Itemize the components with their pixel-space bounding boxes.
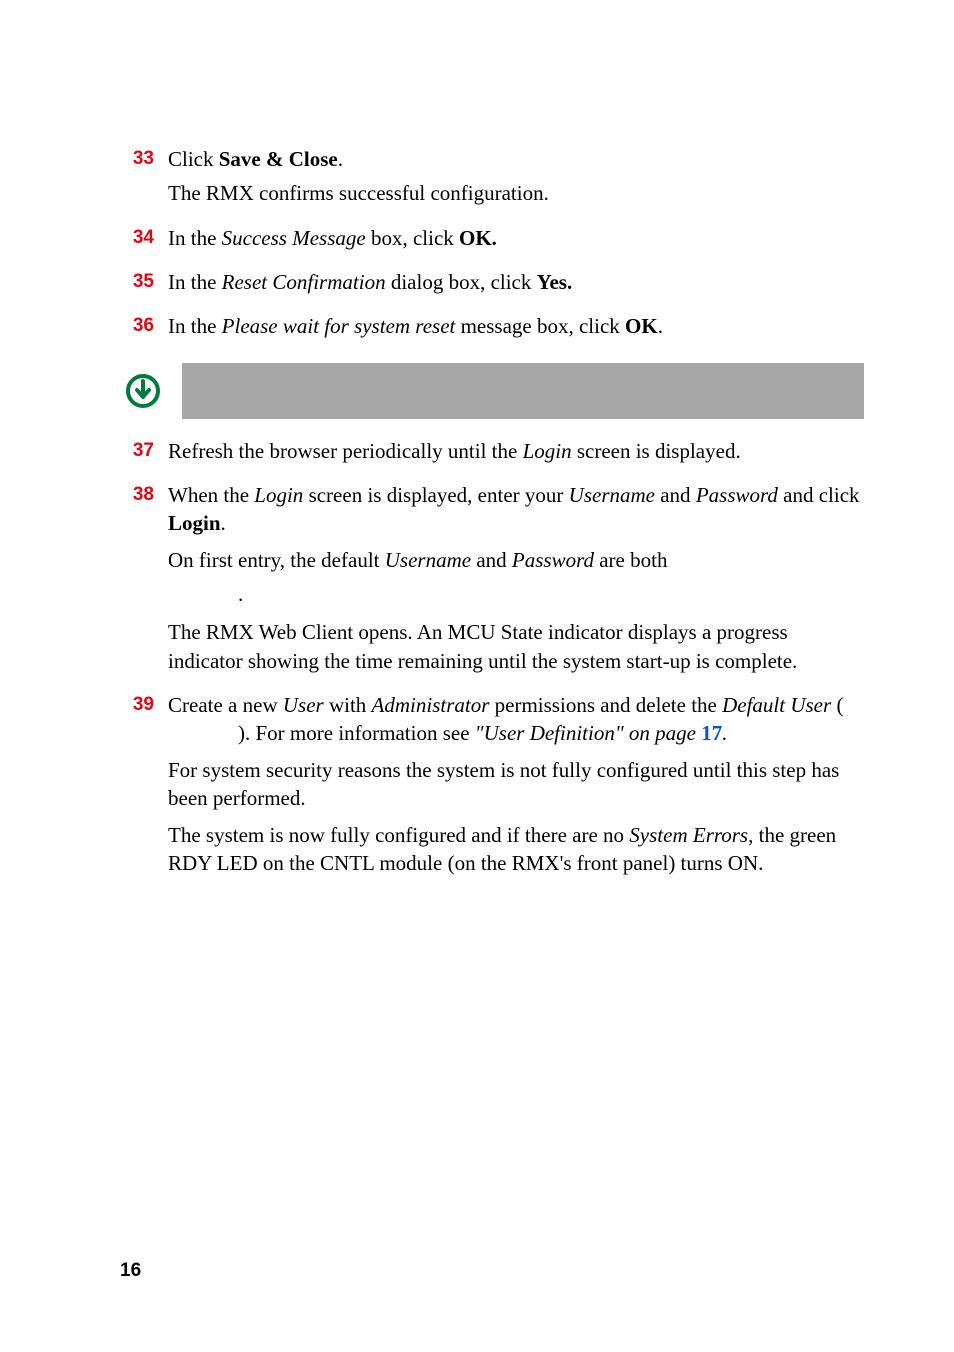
page-body: 33 Click Save & Close. The RMX confirms …	[0, 0, 954, 953]
step-body: In the Reset Confirmation dialog box, cl…	[168, 268, 864, 302]
step-body: In the Please wait for system reset mess…	[168, 312, 864, 346]
step-39: 39 Create a new User with Administrator …	[120, 691, 864, 883]
cross-ref-link[interactable]: 17	[701, 721, 722, 745]
numbered-steps-list-cont: 37 Refresh the browser periodically unti…	[120, 437, 864, 883]
step-number: 36	[120, 312, 154, 346]
step-text: Click Save & Close.	[168, 145, 864, 173]
step-text: Create a new User with Administrator per…	[168, 691, 864, 748]
note-arrow-down-circle-icon	[120, 363, 182, 419]
step-text: Refresh the browser periodically until t…	[168, 437, 864, 465]
step-text: In the Success Message box, click OK.	[168, 224, 864, 252]
step-body: Click Save & Close. The RMX confirms suc…	[168, 145, 864, 214]
step-text: For system security reasons the system i…	[168, 756, 864, 813]
step-body: When the Login screen is displayed, ente…	[168, 481, 864, 681]
step-body: Refresh the browser periodically until t…	[168, 437, 864, 471]
step-text: .	[168, 580, 864, 608]
step-body: Create a new User with Administrator per…	[168, 691, 864, 883]
step-34: 34 In the Success Message box, click OK.	[120, 224, 864, 258]
step-text: On first entry, the default Username and…	[168, 546, 864, 574]
step-number: 33	[120, 145, 154, 214]
step-37: 37 Refresh the browser periodically unti…	[120, 437, 864, 471]
step-36: 36 In the Please wait for system reset m…	[120, 312, 864, 346]
step-number: 37	[120, 437, 154, 471]
step-text: In the Reset Confirmation dialog box, cl…	[168, 268, 864, 296]
step-text: The RMX confirms successful configuratio…	[168, 179, 864, 207]
note-callout	[120, 363, 864, 419]
step-35: 35 In the Reset Confirmation dialog box,…	[120, 268, 864, 302]
step-number: 34	[120, 224, 154, 258]
step-text: The RMX Web Client opens. An MCU State i…	[168, 618, 864, 675]
numbered-steps-list: 33 Click Save & Close. The RMX confirms …	[120, 145, 864, 347]
page-number: 16	[120, 1260, 141, 1282]
step-text: The system is now fully configured and i…	[168, 821, 864, 878]
step-text: In the Please wait for system reset mess…	[168, 312, 864, 340]
step-number: 38	[120, 481, 154, 681]
step-number: 39	[120, 691, 154, 883]
step-body: In the Success Message box, click OK.	[168, 224, 864, 258]
step-33: 33 Click Save & Close. The RMX confirms …	[120, 145, 864, 214]
step-38: 38 When the Login screen is displayed, e…	[120, 481, 864, 681]
step-number: 35	[120, 268, 154, 302]
step-text: When the Login screen is displayed, ente…	[168, 481, 864, 538]
note-content-bar	[182, 363, 864, 419]
